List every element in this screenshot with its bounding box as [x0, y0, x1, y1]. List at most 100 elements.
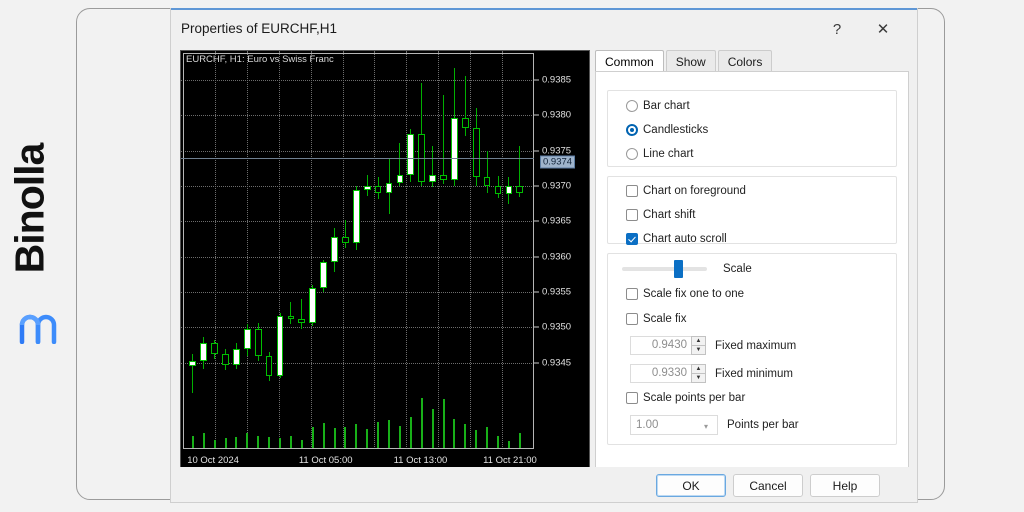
radio-line-chart-indicator[interactable] [626, 148, 638, 160]
chart-canvas: EURCHF, H1: Euro vs Swiss Franc 0.9385 0.… [181, 51, 589, 467]
checkbox-scale-fix-indicator[interactable] [626, 313, 638, 325]
checkbox-chart-auto-scroll[interactable]: Chart auto scroll [626, 233, 727, 245]
scale-slider[interactable] [622, 260, 707, 278]
candlestick-body-bullish [276, 316, 284, 376]
volume-bar [322, 422, 325, 448]
volume-bar [191, 435, 194, 448]
candlestick [407, 129, 415, 182]
price-axis-label: 0.9385 [542, 74, 572, 86]
stepper-up-icon[interactable]: ▲ [692, 365, 705, 374]
candlestick-body-bullish [451, 117, 458, 181]
candlestick [461, 75, 469, 137]
volume-bar [366, 428, 369, 448]
checkbox-scale-fix[interactable]: Scale fix [626, 313, 686, 325]
candlestick-body-bullish [320, 262, 327, 288]
scale-slider-row: Scale [622, 260, 752, 278]
chart-gridline-vertical [310, 51, 312, 449]
cancel-button[interactable]: Cancel [733, 474, 803, 497]
volume-bar [311, 426, 314, 448]
tab-colors[interactable]: Colors [717, 50, 773, 72]
price-axis-label: 0.9365 [542, 215, 572, 227]
candlestick-body-bearish [461, 117, 469, 128]
checkbox-scale-points-per-bar[interactable]: Scale points per bar [626, 392, 745, 404]
fixed-maximum-row: 0.9430 ▲ ▼ Fixed maximum [630, 336, 796, 355]
checkbox-scale-fix-one-to-one[interactable]: Scale fix one to one [626, 288, 744, 300]
candlestick [243, 323, 251, 356]
candlestick [331, 228, 338, 273]
radio-candlesticks[interactable]: Candlesticks [626, 124, 708, 136]
points-per-bar-row: 1.00 ▾ Points per bar [630, 415, 799, 435]
chart-gridline-vertical [214, 51, 216, 449]
price-axis-tick [534, 185, 539, 187]
time-axis-label: 11 Oct 13:00 [393, 455, 448, 466]
checkbox-scale-points-per-bar-indicator[interactable] [626, 392, 638, 404]
price-axis-label: 0.9380 [542, 109, 572, 121]
stepper-down-icon[interactable]: ▼ [692, 346, 705, 354]
volume-bar [398, 425, 401, 448]
candlestick [418, 82, 426, 186]
chevron-down-icon[interactable]: ▾ [704, 423, 711, 431]
points-per-bar-label: Points per bar [727, 419, 799, 431]
candlestick-body-bullish [233, 348, 240, 365]
candlestick [287, 301, 295, 324]
time-axis: 10 Oct 2024 11 Oct 05:00 11 Oct 13:00 11 Oc… [181, 449, 589, 467]
volume-bar [246, 433, 249, 448]
candlestick [440, 95, 447, 185]
candlestick [451, 68, 458, 186]
dialog-titlebar: Properties of EURCHF,H1 ? ✕ [171, 8, 917, 46]
help-icon[interactable]: ? [819, 16, 855, 42]
price-axis-tick [534, 362, 539, 364]
fixed-maximum-stepper[interactable]: ▲ ▼ [691, 336, 706, 355]
points-per-bar-select[interactable]: 1.00 ▾ [630, 415, 718, 435]
radio-candlesticks-label: Candlesticks [643, 124, 709, 136]
volume-bar [355, 424, 358, 448]
current-price-label: 0.9374 [540, 155, 576, 169]
volume-bar [268, 436, 271, 448]
chart-preview[interactable]: EURCHF, H1: Euro vs Swiss Franc 0.9385 0.… [180, 50, 590, 468]
volume-bar [518, 433, 521, 448]
volume-bar [235, 436, 238, 448]
ok-button[interactable]: OK [656, 474, 726, 497]
candlestick [320, 260, 327, 293]
stepper-up-icon[interactable]: ▲ [692, 337, 705, 346]
scale-slider-thumb[interactable] [674, 260, 684, 278]
chart-type-group: Bar chart Candlesticks Line chart [607, 90, 897, 167]
fixed-minimum-input[interactable]: 0.9330 [630, 364, 692, 383]
tab-common[interactable]: Common [595, 50, 664, 72]
properties-dialog: Properties of EURCHF,H1 ? ✕ EURCHF, H1: … [170, 8, 918, 503]
price-axis-label: 0.9355 [542, 286, 572, 298]
stepper-down-icon[interactable]: ▼ [692, 374, 705, 382]
radio-bar-chart[interactable]: Bar chart [626, 100, 690, 112]
checkbox-chart-auto-scroll-indicator[interactable] [626, 233, 638, 245]
help-button[interactable]: Help [810, 474, 880, 497]
radio-line-chart[interactable]: Line chart [626, 148, 694, 160]
close-icon[interactable]: ✕ [865, 16, 901, 42]
candlestick [396, 143, 404, 186]
volume-bar [377, 422, 380, 448]
chart-gridline-horizontal [181, 292, 534, 294]
current-price-line [181, 157, 534, 159]
fixed-minimum-stepper[interactable]: ▲ ▼ [691, 364, 706, 383]
chart-gridline-vertical [406, 51, 408, 449]
radio-bar-chart-indicator[interactable] [626, 100, 638, 112]
time-axis-label: 11 Oct 05:00 [298, 455, 353, 466]
checkbox-scale-fix-one-to-one-indicator[interactable] [626, 288, 638, 300]
candlestick-body-bullish [505, 185, 513, 195]
candlestick-body-bullish [331, 236, 338, 263]
volume-bar [475, 430, 478, 448]
checkbox-chart-on-foreground[interactable]: Chart on foreground [626, 185, 746, 197]
candlestick-body-bullish [200, 343, 208, 362]
checkbox-chart-on-foreground-indicator[interactable] [626, 185, 638, 197]
checkbox-chart-shift-indicator[interactable] [626, 209, 638, 221]
checkbox-chart-shift[interactable]: Chart shift [626, 209, 695, 221]
radio-candlesticks-indicator[interactable] [626, 124, 638, 136]
price-axis-tick [534, 79, 539, 81]
tab-show[interactable]: Show [665, 50, 716, 72]
volume-bar [388, 420, 391, 448]
points-per-bar-value: 1.00 [636, 419, 659, 431]
tab-bar: Common Show Colors [595, 50, 774, 72]
chart-gridline-vertical [438, 51, 440, 449]
chart-gridline-vertical [246, 51, 248, 449]
fixed-maximum-input[interactable]: 0.9430 [630, 336, 692, 355]
candlestick [276, 313, 284, 379]
